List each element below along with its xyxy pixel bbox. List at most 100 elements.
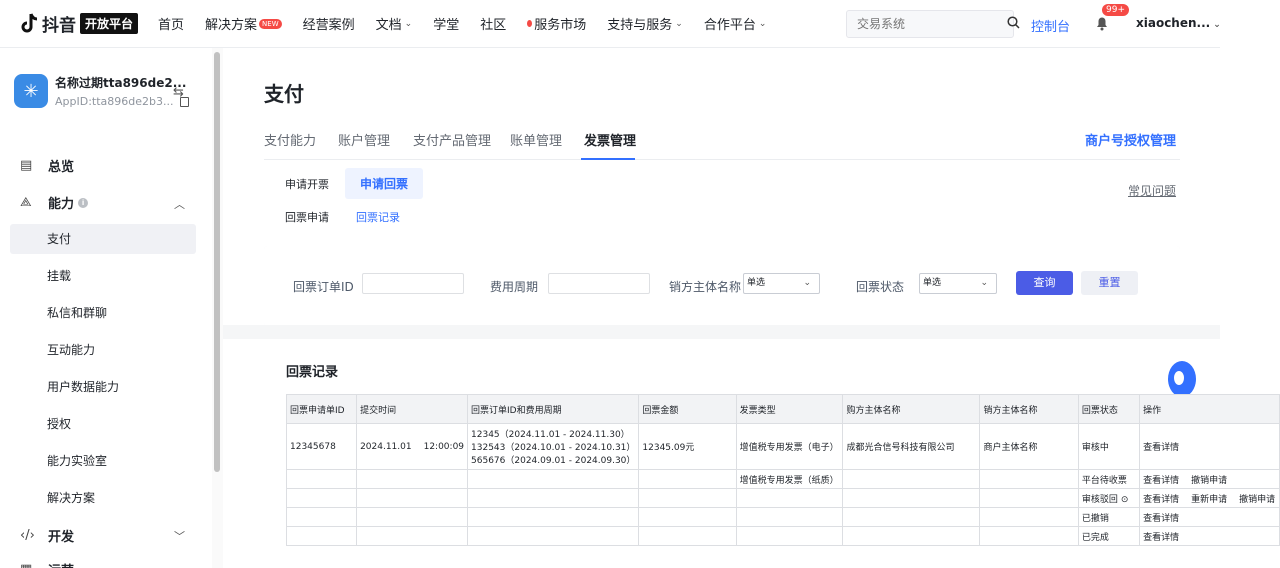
filter-card: 回票订单ID 费用周期 销方主体名称 单选 ⌄ 回票状态 单选 ⌄ 查询 重置 — [264, 246, 1180, 326]
cell-empty — [842, 469, 981, 489]
nav-home[interactable]: 首页 — [158, 14, 184, 33]
cell-empty — [979, 488, 1079, 508]
tab-account[interactable]: 账户管理 — [338, 130, 390, 149]
seller-label: 销方主体名称 — [669, 280, 742, 294]
revoke-link[interactable]: 撤销申请 — [1191, 476, 1227, 486]
cell-ops: 查看详情 — [1139, 423, 1280, 470]
sidebar-group-ability[interactable]: ⟁ 能力 i — [20, 193, 89, 212]
tab-bills[interactable]: 账单管理 — [510, 130, 562, 149]
merchant-auth-link[interactable]: 商户号授权管理 — [1085, 130, 1176, 149]
reapply-link[interactable]: 重新申请 — [1191, 495, 1227, 505]
nav-solutions[interactable]: 解决方案 NEW — [205, 14, 282, 33]
nav-label: 文档 — [375, 18, 402, 33]
view-detail-link[interactable]: 查看详情 — [1143, 476, 1179, 486]
cell-empty — [467, 488, 640, 508]
help-float-button[interactable] — [1168, 361, 1196, 397]
user-menu[interactable]: xiaochen... ⌄ — [1136, 16, 1221, 30]
user-name: xiaochen... — [1136, 16, 1211, 30]
chevron-down-icon[interactable]: ﹀ — [174, 528, 185, 544]
logo-badge: 开放平台 — [80, 13, 139, 34]
cell-empty — [356, 488, 469, 508]
subtab-apply-invoice[interactable]: 申请开票 — [285, 176, 329, 192]
cell-amount: 12345.09元 — [638, 423, 737, 470]
nav-academy[interactable]: 学堂 — [433, 14, 459, 33]
tab-invoice[interactable]: 发票管理 — [584, 130, 636, 149]
douyin-logo[interactable]: 抖音 开放平台 — [20, 11, 139, 36]
order-id-label: 回票订单ID — [293, 280, 354, 294]
nav-support[interactable]: 支持与服务 ⌄ — [607, 14, 683, 33]
subtab-return-apply[interactable]: 回票申请 — [285, 209, 329, 225]
order-id-input[interactable] — [362, 273, 464, 294]
subtab-return-records[interactable]: 回票记录 — [356, 209, 400, 225]
nav-community[interactable]: 社区 — [480, 14, 506, 33]
sidebar-group-overview[interactable]: ▤ 总览 — [20, 156, 74, 175]
tab-products[interactable]: 支付产品管理 — [413, 130, 491, 149]
search-input[interactable] — [857, 17, 1007, 31]
nav-docs[interactable]: 文档 ⌄ — [376, 14, 413, 33]
table-row: 审核驳回 ⊙ 查看详情 重新申请 撤销申请 — [285, 488, 1280, 508]
cell-empty — [356, 507, 469, 527]
sidebar-item-authorization[interactable]: 授权 — [10, 409, 196, 439]
nav-label: 支持与服务 — [607, 18, 673, 33]
sidebar-item-mount[interactable]: 挂载 — [10, 261, 196, 291]
tab-payment-ability[interactable]: 支付能力 — [264, 130, 316, 149]
nav-cases[interactable]: 经营案例 — [303, 14, 355, 33]
revoke-link[interactable]: 撤销申请 — [1239, 495, 1275, 505]
nav-label: 首页 — [158, 18, 185, 33]
query-button[interactable]: 查询 — [1016, 271, 1073, 295]
view-detail-link[interactable]: 查看详情 — [1143, 533, 1179, 543]
cell-empty — [638, 469, 737, 489]
clock-icon[interactable]: ⊙ — [1121, 495, 1129, 505]
search-icon[interactable] — [1007, 16, 1020, 32]
subtab-apply-return[interactable]: 申请回票 — [345, 168, 424, 199]
sidebar-item-interaction[interactable]: 互动能力 — [10, 335, 196, 365]
order-line: 565676（2024.09.01 - 2024.09.30） — [471, 456, 636, 466]
chevron-up-icon[interactable]: ︿ — [174, 196, 185, 212]
cell-empty — [842, 507, 981, 527]
cell-status: 已撤销 — [1077, 507, 1141, 527]
douyin-note-icon — [20, 12, 40, 36]
view-detail-link[interactable]: 查看详情 — [1143, 443, 1179, 453]
sidebar-item-payment[interactable]: 支付 — [10, 224, 196, 254]
cell-buyer: 成都光合信号科技有限公司 — [842, 423, 981, 470]
sidebar-group-develop[interactable]: ‹/› 开发 — [20, 526, 74, 545]
flame-icon — [527, 20, 533, 27]
info-icon[interactable]: i — [78, 197, 89, 208]
app-switcher[interactable]: ✳ 名称过期tta896de2... AppID:tta896de2b3... — [14, 74, 189, 108]
period-input[interactable] — [548, 273, 650, 294]
faq-link[interactable]: 常见问题 — [1128, 182, 1176, 199]
sidebar-item-solutions[interactable]: 解决方案 — [10, 483, 196, 513]
sidebar-scrollbar[interactable] — [214, 52, 220, 472]
reset-button[interactable]: 重置 — [1081, 271, 1138, 295]
bell-icon[interactable] — [1094, 15, 1110, 31]
main-nav: 首页 解决方案 NEW 经营案例 文档 ⌄ 学堂 社区 服务市场 支持与服务 ⌄ 合作… — [158, 14, 787, 33]
chevron-down-icon: ⌄ — [803, 278, 811, 288]
cell-empty — [285, 488, 358, 508]
sidebar-item-lab[interactable]: 能力实验室 — [10, 446, 196, 476]
cell-ops: 查看详情 — [1139, 507, 1280, 527]
cell-id: 12345678 — [285, 423, 358, 470]
logo-text: 抖音 — [42, 16, 76, 36]
cell-status: 已完成 — [1077, 526, 1141, 546]
seller-select[interactable]: 单选 ⌄ — [743, 273, 820, 294]
sidebar-group-operation[interactable]: ▦ 运营 — [20, 560, 74, 568]
period-label: 费用周期 — [490, 280, 539, 294]
status-text: 审核驳回 — [1081, 494, 1118, 505]
table-row: 已撤销 查看详情 — [285, 507, 1280, 527]
console-link[interactable]: 控制台 — [1031, 16, 1070, 35]
status-select[interactable]: 单选 ⌄ — [919, 273, 997, 294]
swap-icon[interactable]: ⇆ — [173, 85, 184, 100]
sidebar-item-messages[interactable]: 私信和群聊 — [10, 298, 196, 328]
ability-icon: ⟁ — [20, 195, 32, 210]
sidebar-item-user-data[interactable]: 用户数据能力 — [10, 372, 196, 402]
group-label: 总览 — [48, 160, 75, 175]
active-tab-indicator — [581, 158, 635, 160]
view-detail-link[interactable]: 查看详情 — [1143, 495, 1179, 505]
cell-empty — [467, 469, 640, 489]
col-header: 回票金额 — [638, 394, 737, 424]
view-detail-link[interactable]: 查看详情 — [1143, 514, 1179, 524]
cell-seller: 商户主体名称 — [979, 423, 1079, 470]
search-box[interactable] — [846, 10, 1020, 38]
nav-partners[interactable]: 合作平台 ⌄ — [704, 14, 767, 33]
nav-marketplace[interactable]: 服务市场 — [527, 14, 586, 33]
